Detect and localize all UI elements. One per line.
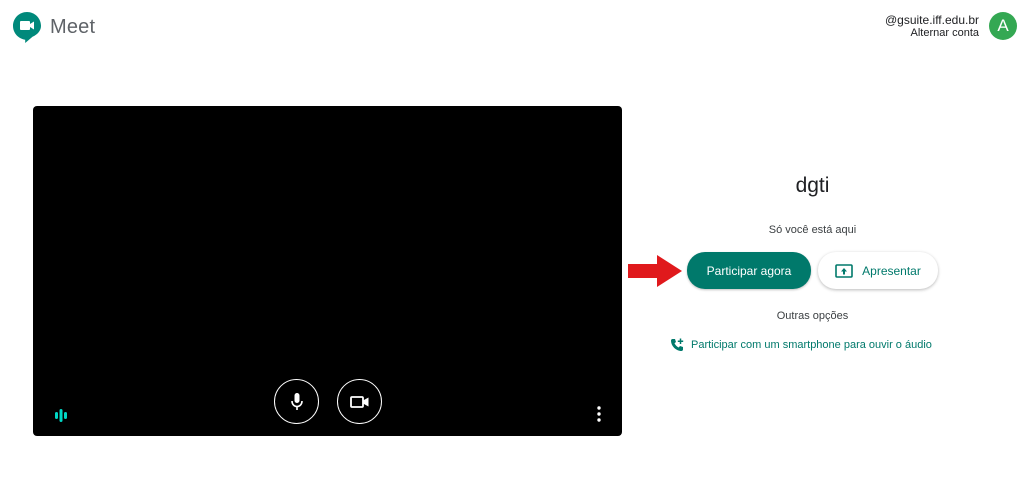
video-preview <box>33 106 622 436</box>
meet-logo-icon <box>13 12 41 43</box>
microphone-icon <box>290 392 303 410</box>
app-name: Meet <box>50 16 96 38</box>
meeting-name: dgti <box>795 174 830 197</box>
meet-logo[interactable]: Meet <box>13 12 95 43</box>
avatar[interactable]: A <box>989 12 1017 40</box>
phone-audio-label: Participar com um smartphone para ouvir … <box>691 339 932 351</box>
microphone-toggle-button[interactable] <box>274 379 319 424</box>
participant-status: Só você está aqui <box>768 224 857 236</box>
more-vert-icon[interactable] <box>593 405 605 423</box>
audio-level-icon <box>55 409 67 422</box>
switch-account-link[interactable]: Alternar conta <box>885 27 979 40</box>
join-with-phone-audio-link[interactable]: Participar com um smartphone para ouvir … <box>670 338 932 352</box>
present-button[interactable]: Apresentar <box>818 252 938 289</box>
present-screen-icon <box>835 263 853 278</box>
join-now-button[interactable]: Participar agora <box>687 252 811 289</box>
account-email: @gsuite.iff.edu.br <box>884 12 979 27</box>
account-area: @gsuite.iff.edu.br Alternar conta A <box>885 12 1017 40</box>
red-arrow-annotation <box>628 255 682 287</box>
phone-add-icon <box>671 338 684 351</box>
other-options-heading: Outras opções <box>776 310 849 322</box>
camera-toggle-button[interactable] <box>337 379 382 424</box>
video-camera-icon <box>349 395 368 408</box>
present-button-label: Apresentar <box>862 263 921 278</box>
